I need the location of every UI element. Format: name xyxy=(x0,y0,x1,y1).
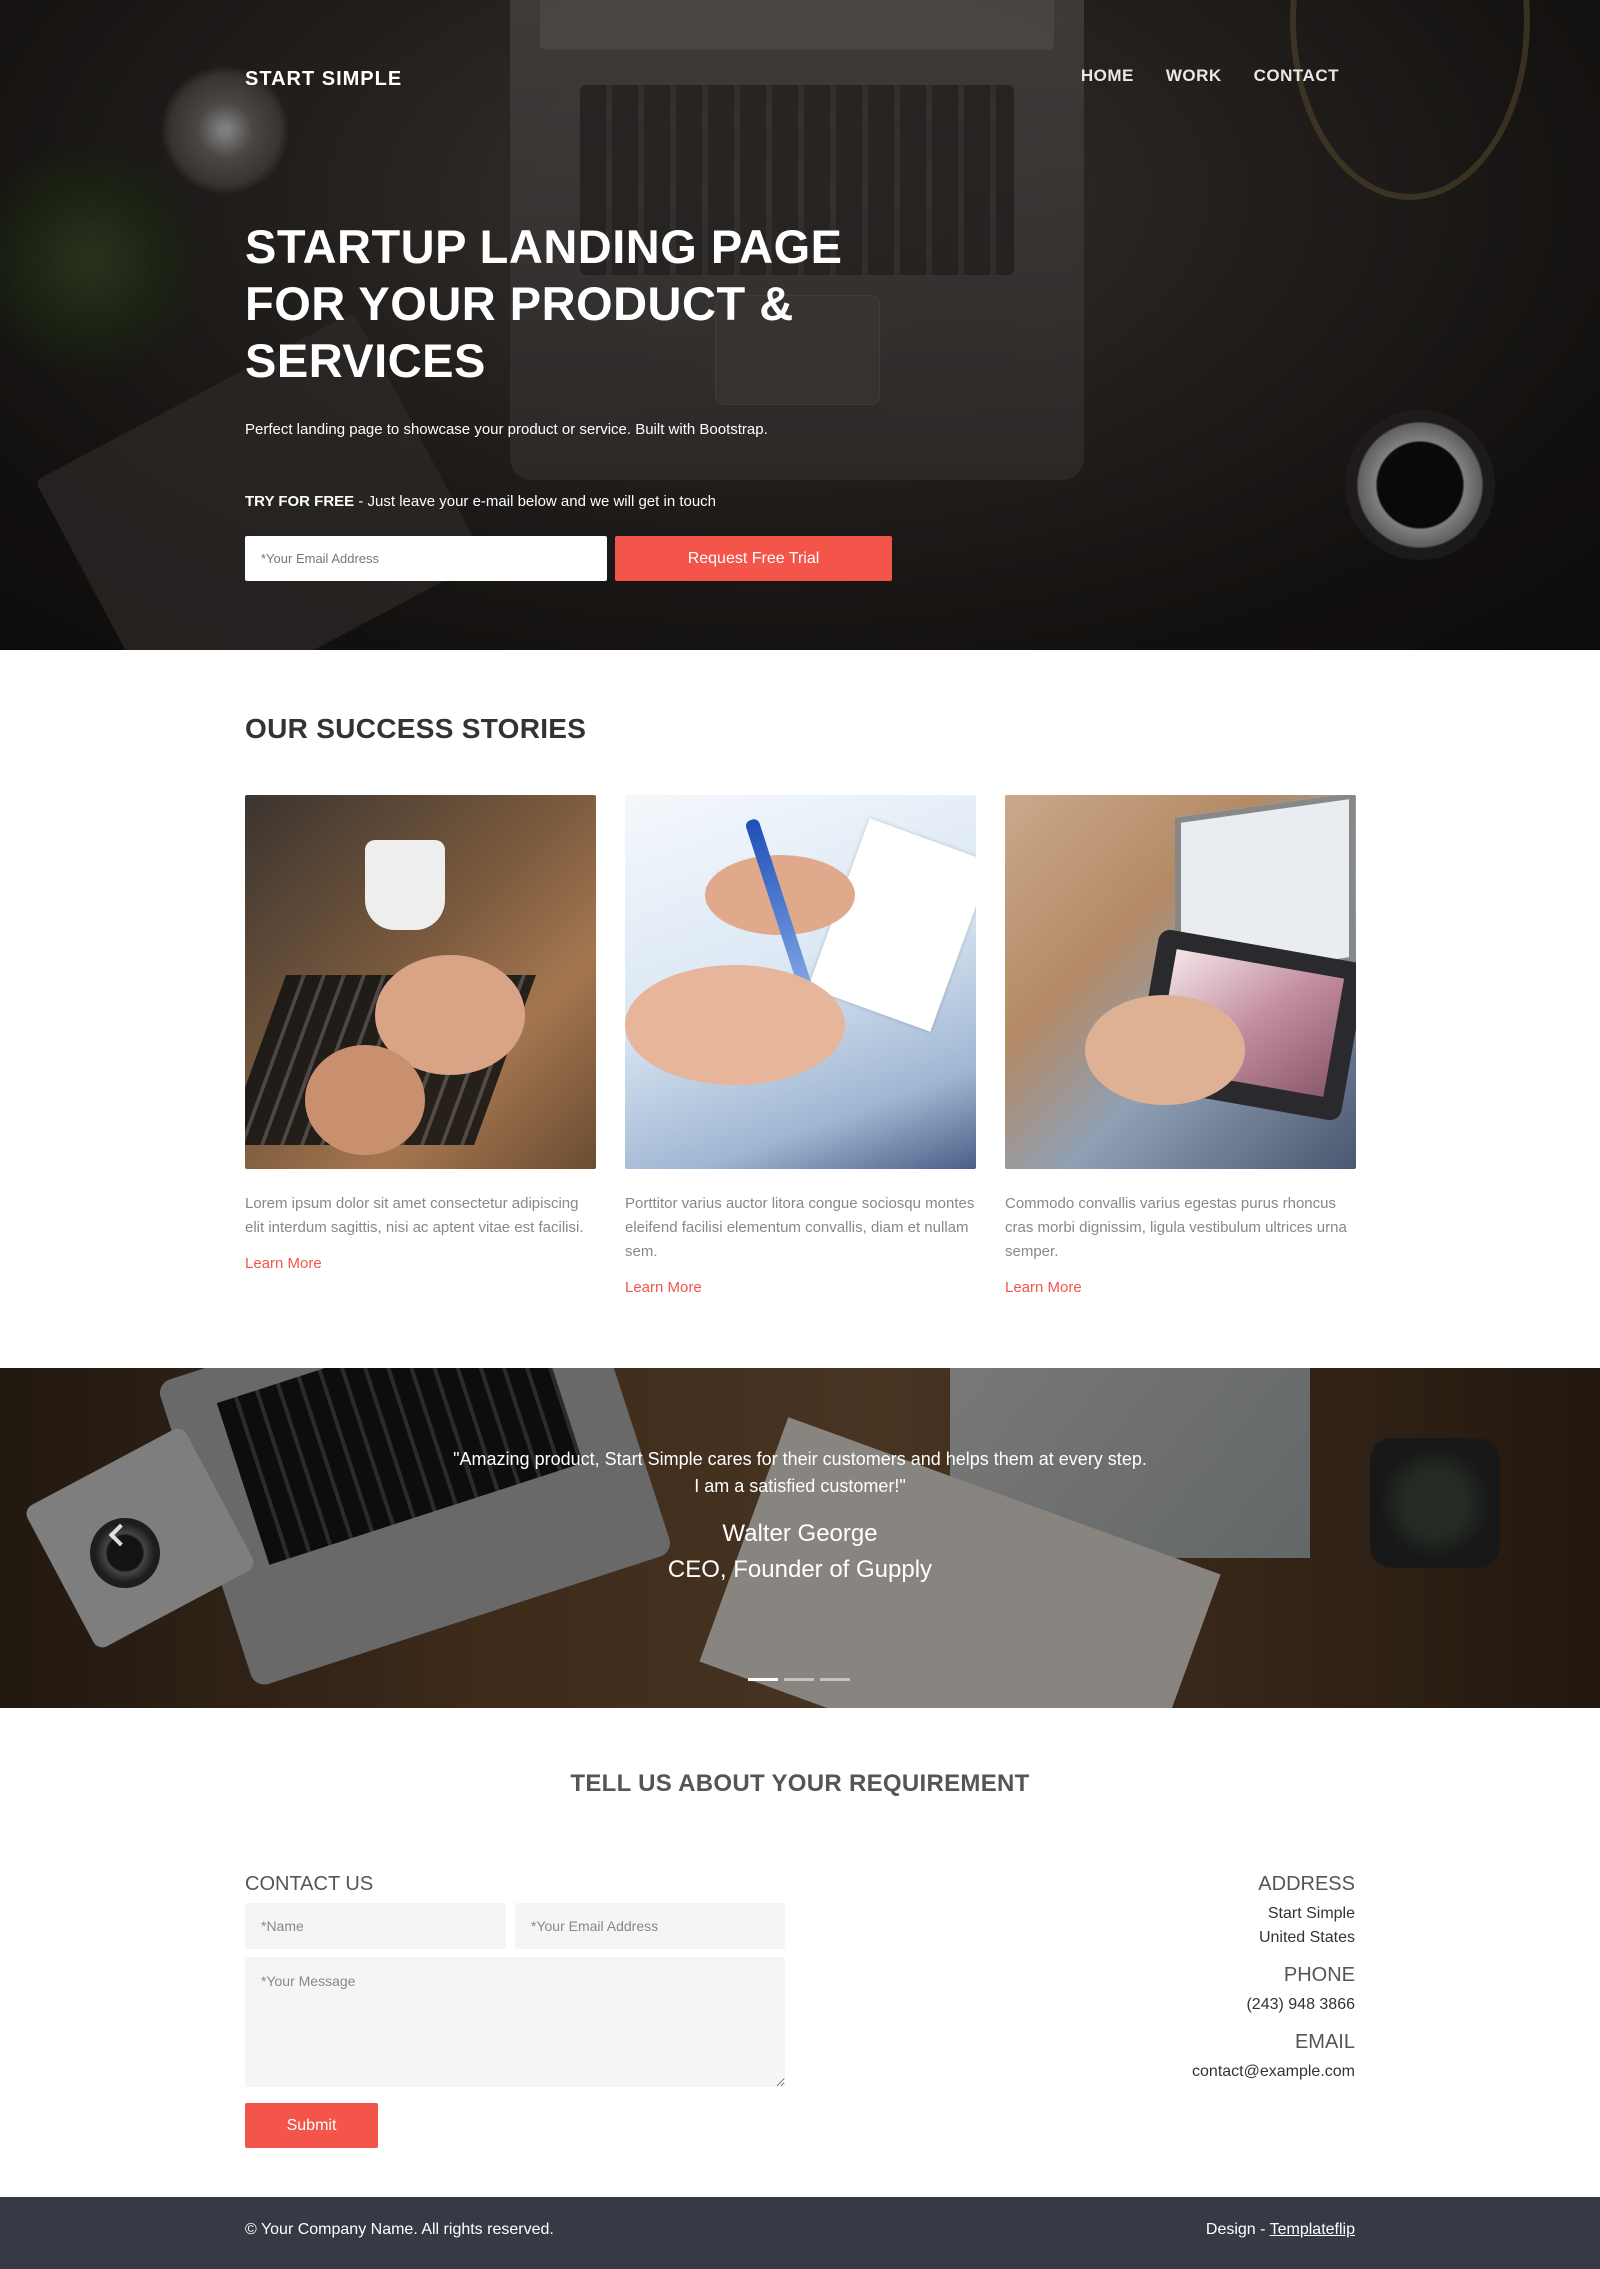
laptop-typing-photo xyxy=(245,795,596,1169)
main-nav: HOME WORK CONTACT xyxy=(1081,66,1339,86)
address-title: ADDRESS xyxy=(1258,1873,1355,1895)
contact-info: ADDRESS Start Simple United States PHONE… xyxy=(1192,1873,1355,2084)
try-for-free-label: TRY FOR FREE xyxy=(245,493,355,510)
quote-line: "Amazing product, Start Simple cares for… xyxy=(453,1449,1147,1469)
story-card: Lorem ipsum dolor sit amet consectetur a… xyxy=(245,795,596,1273)
address-line: United States xyxy=(1258,1929,1355,1946)
story-card: Porttitor varius auctor litora congue so… xyxy=(625,795,976,1297)
cta-description: - Just leave your e-mail below and we wi… xyxy=(354,493,717,510)
design-credit: Design - Templateflip xyxy=(1206,2221,1355,2239)
hero-email-input[interactable] xyxy=(245,536,607,581)
hero-subtitle: Perfect landing page to showcase your pr… xyxy=(245,421,768,438)
learn-more-link[interactable]: Learn More xyxy=(245,1255,322,1272)
stories-title: OUR SUCCESS STORIES xyxy=(245,713,587,744)
hand-shape xyxy=(1085,995,1245,1105)
testimonial-author: Walter George CEO, Founder of Gupply xyxy=(0,1516,1600,1588)
story-text: Commodo convallis varius egestas purus r… xyxy=(1005,1195,1347,1260)
email-title: EMAIL xyxy=(1294,2031,1355,2053)
nav-home[interactable]: HOME xyxy=(1081,66,1134,86)
story-card: Commodo convallis varius egestas purus r… xyxy=(1005,795,1356,1297)
contact-us-heading: CONTACT US xyxy=(245,1873,374,1895)
author-name: Walter George xyxy=(722,1520,878,1547)
hero-cta-text: TRY FOR FREE - Just leave your e-mail be… xyxy=(245,493,716,510)
request-trial-button[interactable]: Request Free Trial xyxy=(615,536,892,581)
email-field[interactable] xyxy=(515,1903,785,1949)
phone-title: PHONE xyxy=(1283,1964,1355,1986)
story-text: Porttitor varius auctor litora congue so… xyxy=(625,1195,975,1260)
brand-logo[interactable]: START SIMPLE xyxy=(245,68,402,91)
learn-more-link[interactable]: Learn More xyxy=(1005,1279,1082,1296)
carousel-indicators xyxy=(748,1678,850,1681)
requirement-title: TELL US ABOUT YOUR REQUIREMENT xyxy=(570,1770,1030,1797)
hand-shape xyxy=(625,965,845,1085)
phone-number: (243) 948 3866 xyxy=(1246,1996,1355,2013)
carousel-dot[interactable] xyxy=(820,1678,850,1681)
learn-more-link[interactable]: Learn More xyxy=(625,1279,702,1296)
story-text: Lorem ipsum dolor sit amet consectetur a… xyxy=(245,1195,584,1236)
mug-shape xyxy=(365,840,445,930)
hand-shape xyxy=(305,1045,425,1155)
design-prefix: Design - xyxy=(1205,2221,1270,2238)
templateflip-link[interactable]: Templateflip xyxy=(1270,2221,1355,2238)
nav-contact[interactable]: CONTACT xyxy=(1254,66,1339,86)
footer: © Your Company Name. All rights reserved… xyxy=(0,2197,1600,2269)
message-field[interactable] xyxy=(245,1957,785,2087)
copyright-text: © Your Company Name. All rights reserved… xyxy=(245,2221,554,2238)
testimonial-quote: "Amazing product, Start Simple cares for… xyxy=(0,1446,1600,1500)
carousel-dot[interactable] xyxy=(748,1678,778,1681)
quote-line: I am a satisfied customer!" xyxy=(694,1476,906,1496)
tablet-browsing-photo xyxy=(1005,795,1356,1169)
address-line: Start Simple xyxy=(1267,1905,1355,1922)
hero-title: STARTUP LANDING PAGE FOR YOUR PRODUCT & … xyxy=(245,220,843,387)
email-address: contact@example.com xyxy=(1192,2063,1355,2080)
contract-signing-photo xyxy=(625,795,976,1169)
name-field[interactable] xyxy=(245,1903,506,1949)
author-role: CEO, Founder of Gupply xyxy=(667,1556,933,1583)
nav-work[interactable]: WORK xyxy=(1166,66,1222,86)
carousel-dot[interactable] xyxy=(784,1678,814,1681)
submit-button[interactable]: Submit xyxy=(245,2103,378,2148)
